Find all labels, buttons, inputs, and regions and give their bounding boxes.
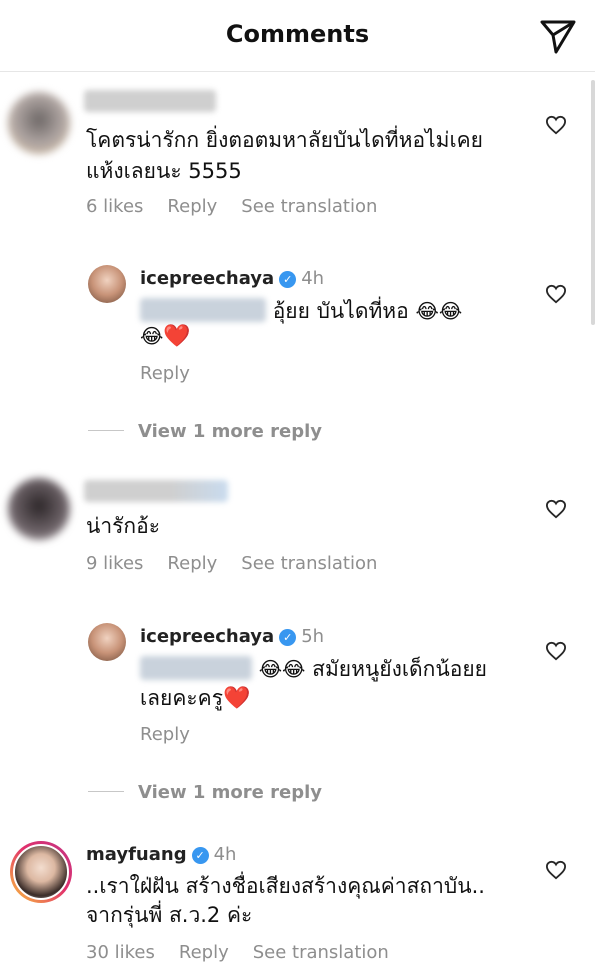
timestamp: 4h	[213, 844, 237, 865]
paper-plane-icon[interactable]	[538, 16, 578, 56]
reply-header: icepreechaya ✓ 5h	[140, 620, 324, 652]
laughing-emoji: 😂😂	[258, 657, 306, 681]
avatar[interactable]	[88, 623, 126, 661]
avatar[interactable]	[88, 265, 126, 303]
username[interactable]: icepreechaya	[140, 626, 274, 647]
see-translation-button[interactable]: See translation	[241, 196, 377, 217]
comment-text-line: ..เราใฝ่ฝัน สร้างชื่อเสียงสร้างคุณค่าสถา…	[86, 874, 485, 898]
comment-text-line: แห้งเลยนะ 5555	[86, 159, 242, 183]
comment-meta: 9 likes Reply See translation	[86, 553, 401, 574]
heart-icon[interactable]	[545, 115, 567, 135]
red-heart-emoji: ❤️	[223, 686, 251, 711]
reply-button[interactable]: Reply	[179, 942, 229, 963]
reply-text: สมัยหนูยังเด็กน้อยย	[312, 657, 487, 681]
heart-icon[interactable]	[545, 641, 567, 661]
reply-button[interactable]: Reply	[167, 553, 217, 574]
reply-header: icepreechaya ✓ 4h	[140, 262, 324, 294]
avatar[interactable]	[10, 841, 72, 903]
reply-button[interactable]: Reply	[167, 196, 217, 217]
view-more-replies-button[interactable]: View 1 more reply	[88, 782, 322, 803]
likes-count[interactable]: 6 likes	[86, 196, 143, 217]
avatar[interactable]	[8, 92, 70, 154]
reply-button[interactable]: Reply	[140, 363, 190, 384]
heart-icon[interactable]	[545, 499, 567, 519]
view-more-replies-button[interactable]: View 1 more reply	[88, 421, 322, 442]
comment-text-line: น่ารักอ้ะ	[86, 514, 161, 538]
reply-text: เลยคะครู	[140, 686, 224, 710]
reply-meta: Reply	[140, 363, 214, 384]
view-more-replies-label: View 1 more reply	[138, 421, 323, 442]
avatar[interactable]	[8, 478, 70, 540]
comment-text-line: โคตรน่ารักก ยิ่งตอตมหาลัยบันไดที่หอไม่เค…	[86, 128, 483, 152]
reply-text-line: 😂😂 สมัยหนูยังเด็กน้อยย	[140, 654, 487, 685]
verified-badge-icon: ✓	[191, 847, 209, 864]
comment-header: mayfuang ✓ 4h	[86, 838, 236, 870]
divider-line	[88, 791, 124, 792]
timestamp: 5h	[301, 626, 325, 647]
see-translation-button[interactable]: See translation	[253, 942, 389, 963]
timestamp: 4h	[301, 268, 325, 289]
username-redacted	[84, 90, 216, 112]
username[interactable]: mayfuang	[86, 844, 187, 865]
verified-badge-icon: ✓	[279, 271, 297, 288]
reply-text: อุ้ยย บันไดที่หอ	[272, 299, 409, 323]
divider-line	[88, 430, 124, 431]
comment-meta: 30 likes Reply See translation	[86, 942, 413, 963]
reply-button[interactable]: Reply	[140, 724, 190, 745]
mention-redacted	[140, 298, 266, 322]
red-heart-emoji: ❤️	[163, 324, 191, 349]
comment-meta: 6 likes Reply See translation	[86, 196, 401, 217]
laughing-emoji: 😂	[140, 324, 164, 348]
page-title: Comments	[225, 20, 370, 48]
see-translation-button[interactable]: See translation	[241, 553, 377, 574]
laughing-emoji: 😂😂	[415, 299, 463, 323]
view-more-replies-label: View 1 more reply	[138, 782, 323, 803]
verified-badge-icon: ✓	[279, 629, 297, 646]
scrollbar[interactable]	[591, 80, 595, 325]
reply-text-line: 😂❤️	[140, 321, 191, 352]
heart-icon[interactable]	[545, 284, 567, 304]
mention-redacted	[140, 656, 252, 680]
heart-icon[interactable]	[545, 860, 567, 880]
reply-meta: Reply	[140, 724, 214, 745]
likes-count[interactable]: 9 likes	[86, 553, 143, 574]
username[interactable]: icepreechaya	[140, 268, 274, 289]
username-redacted	[84, 480, 228, 502]
likes-count[interactable]: 30 likes	[86, 942, 155, 963]
comment-text-line: จากรุ่นพี่ ส.ว.2 ค่ะ	[86, 903, 253, 927]
reply-text-line: เลยคะครู❤️	[140, 683, 250, 714]
avatar-photo	[13, 844, 69, 900]
comments-header: Comments	[0, 0, 595, 72]
